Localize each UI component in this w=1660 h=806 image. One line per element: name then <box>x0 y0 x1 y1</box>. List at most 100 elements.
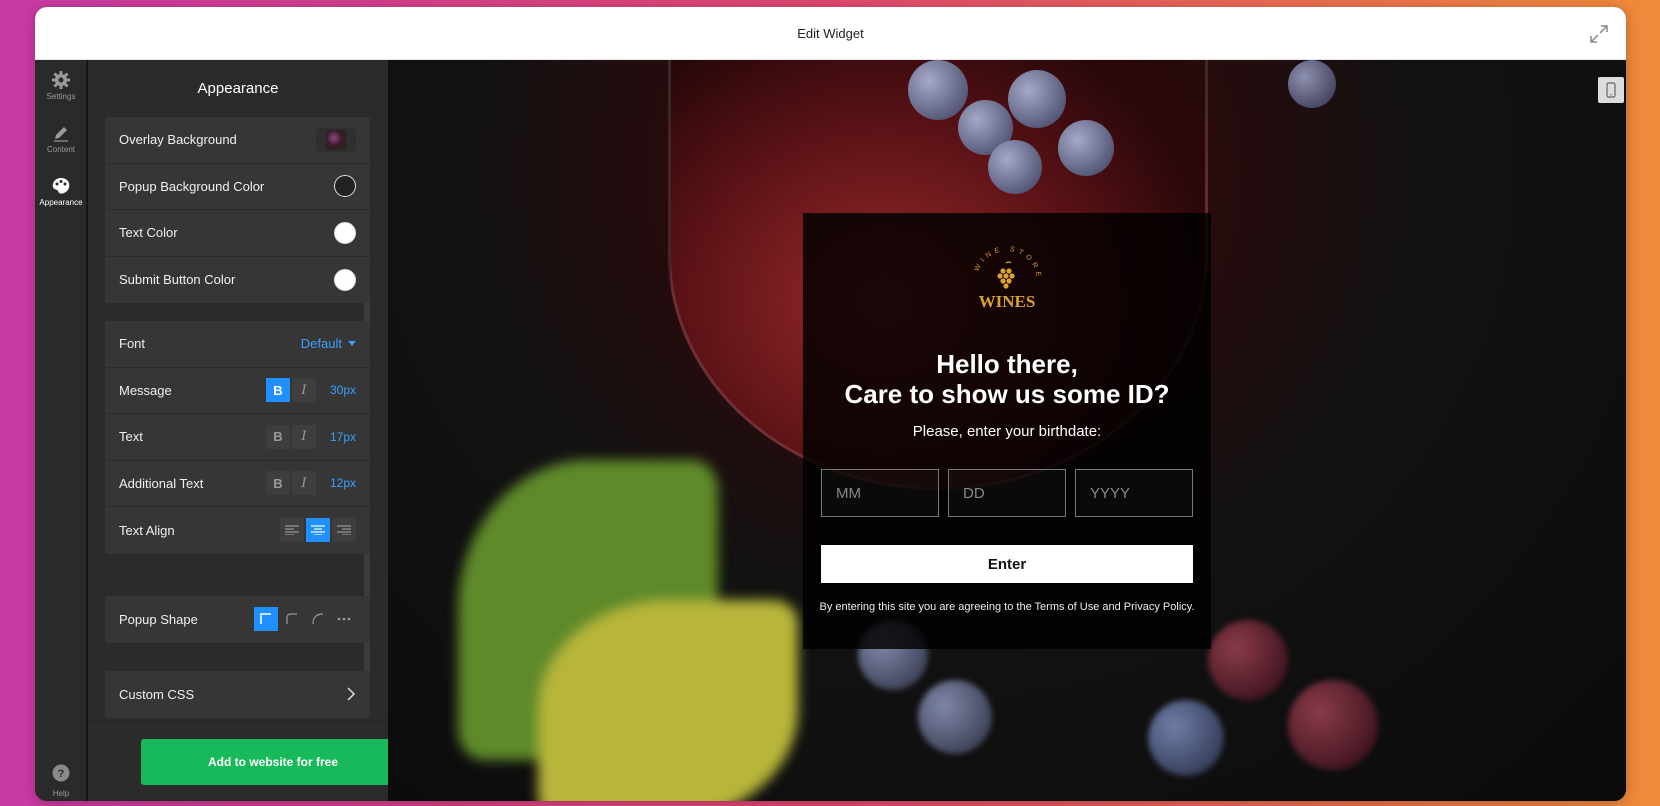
row-text-align: Text Align <box>105 507 370 554</box>
submit-button-color-swatch[interactable] <box>334 268 356 291</box>
terms-text: By entering this site you are agreeing t… <box>819 601 1195 613</box>
rail-item-appearance[interactable]: Appearance <box>35 176 87 207</box>
panel-footer-divider <box>88 721 388 722</box>
editor-window: Edit Widget Settings Content Appearance … <box>35 7 1626 801</box>
grape-image <box>1008 70 1066 128</box>
shape-square-button[interactable] <box>254 607 278 632</box>
leaf-image-yellow <box>538 600 798 801</box>
align-left-icon <box>285 525 299 536</box>
text-bold-toggle[interactable]: B <box>266 424 290 449</box>
message-label: Message <box>119 382 172 398</box>
enter-button[interactable]: Enter <box>821 545 1193 583</box>
grape-cluster-icon <box>997 261 1015 289</box>
additional-bold-toggle[interactable]: B <box>266 471 290 496</box>
add-to-website-button[interactable]: Add to website for free <box>141 739 405 785</box>
more-dots-icon <box>337 617 351 621</box>
row-custom-css[interactable]: Custom CSS <box>105 671 370 718</box>
mobile-icon <box>1606 82 1616 98</box>
row-submit-button-color[interactable]: Submit Button Color <box>105 257 370 304</box>
sidebar-rail: Settings Content Appearance ? Help <box>35 60 87 801</box>
svg-text:WINES: WINES <box>979 292 1036 311</box>
align-left-button[interactable] <box>280 518 304 543</box>
align-right-icon <box>337 525 351 536</box>
font-dropdown[interactable]: Default <box>301 336 356 351</box>
custom-css-label: Custom CSS <box>119 686 195 702</box>
row-additional-text: Additional Text B I 12px <box>105 461 370 507</box>
help-icon: ? <box>52 764 70 782</box>
message-size[interactable]: 30px <box>328 383 356 397</box>
shape-rounded-button[interactable] <box>280 607 304 631</box>
chevron-right-icon <box>347 687 356 701</box>
additional-text-size[interactable]: 12px <box>328 476 356 490</box>
row-overlay-background[interactable]: Overlay Background <box>105 117 370 164</box>
overlay-background-thumbnail[interactable] <box>316 127 356 152</box>
rounded-corner-icon <box>286 613 297 625</box>
custom-css-group: Custom CSS <box>105 671 370 718</box>
month-input[interactable]: MM <box>821 469 939 517</box>
panel-title: Appearance <box>197 80 279 97</box>
age-verification-popup: WINE STORE WINES Hello there, Care to sh… <box>803 213 1211 649</box>
grape-image <box>918 680 992 754</box>
overlay-image-preview <box>326 129 346 150</box>
text-color-label: Text Color <box>119 225 178 241</box>
additional-italic-toggle[interactable]: I <box>292 471 316 496</box>
pencil-icon <box>54 127 68 142</box>
popup-background-swatch[interactable] <box>334 175 356 198</box>
popup-background-color-label: Popup Background Color <box>119 178 265 194</box>
message-line-2: Care to show us some ID? <box>844 379 1170 409</box>
grape-image <box>988 140 1042 194</box>
popup-message: Hello there, Care to show us some ID? <box>803 349 1211 409</box>
text-label: Text <box>119 429 143 445</box>
message-line-1: Hello there, <box>936 349 1078 379</box>
shape-round-button[interactable] <box>306 607 330 631</box>
message-italic-toggle[interactable]: I <box>292 378 316 403</box>
align-right-button[interactable] <box>332 518 356 543</box>
color-settings-group: Overlay Background Popup Background Colo… <box>105 117 370 303</box>
wines-logo: WINE STORE WINES <box>974 246 1039 311</box>
grape-image <box>1148 700 1224 776</box>
row-popup-background-color[interactable]: Popup Background Color <box>105 164 370 210</box>
svg-text:?: ? <box>58 768 65 780</box>
rail-item-content[interactable]: Content <box>35 123 87 154</box>
window-title: Edit Widget <box>797 25 864 41</box>
row-message: Message B I 30px <box>105 368 370 414</box>
font-label: Font <box>119 336 146 352</box>
text-align-label: Text Align <box>119 522 175 538</box>
font-value: Default <box>300 336 342 352</box>
birthdate-inputs: MM DD YYYY <box>821 469 1193 517</box>
row-text-color[interactable]: Text Color <box>105 210 370 257</box>
expand-icon[interactable] <box>1588 23 1610 45</box>
shape-settings-group: Popup Shape <box>105 596 370 643</box>
help-button[interactable]: ? Help <box>35 764 87 798</box>
round-corner-icon <box>312 613 324 625</box>
text-color-swatch[interactable] <box>334 221 356 244</box>
grape-image <box>1288 60 1336 108</box>
row-popup-shape: Popup Shape <box>105 596 370 643</box>
row-text: Text B I 17px <box>105 414 370 461</box>
align-center-icon <box>311 525 325 536</box>
square-corner-icon <box>260 613 271 625</box>
grape-image <box>908 60 968 120</box>
caret-down-icon <box>348 341 356 347</box>
rail-item-settings[interactable]: Settings <box>35 70 87 101</box>
shape-more-button[interactable] <box>332 607 356 631</box>
text-italic-toggle[interactable]: I <box>292 424 316 449</box>
popup-subtitle: Please, enter your birthdate: <box>912 423 1102 440</box>
message-bold-toggle[interactable]: B <box>266 378 290 403</box>
mobile-preview-button[interactable] <box>1598 77 1624 103</box>
text-size[interactable]: 17px <box>328 430 356 444</box>
align-center-button[interactable] <box>306 518 330 543</box>
row-font[interactable]: Font Default <box>105 321 370 368</box>
day-input[interactable]: DD <box>948 469 1066 517</box>
grape-image <box>1058 120 1114 176</box>
title-bar: Edit Widget <box>35 7 1626 60</box>
overlay-background-label: Overlay Background <box>119 132 237 148</box>
year-input[interactable]: YYYY <box>1075 469 1193 517</box>
rail-label-content: Content <box>46 145 76 154</box>
grape-image <box>1288 680 1378 770</box>
palette-icon <box>52 178 70 194</box>
typography-settings-group: Font Default Message B I 30px Text B I 1… <box>105 321 370 554</box>
grape-image <box>1208 620 1288 700</box>
help-label: Help <box>52 789 70 798</box>
additional-text-label: Additional Text <box>119 475 204 491</box>
